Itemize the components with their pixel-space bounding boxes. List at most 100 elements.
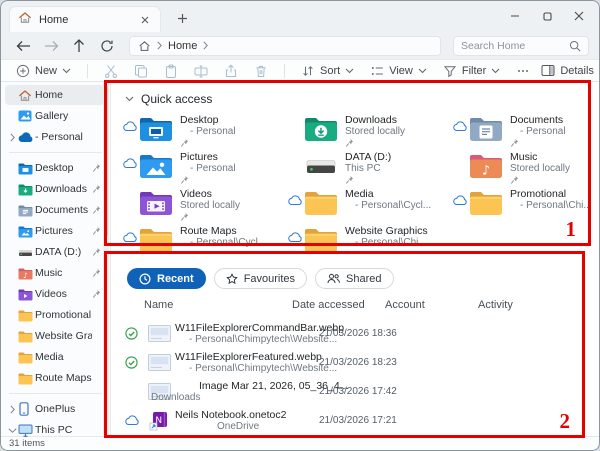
- tab-favourites[interactable]: Favourites: [213, 268, 308, 289]
- paste-button[interactable]: [159, 62, 183, 80]
- file-explorer-window: Home Home Search Home New Sort View Filter: [0, 0, 600, 451]
- sidebar-item-oneplus[interactable]: OnePlus: [5, 399, 104, 419]
- address-bar[interactable]: Home: [129, 35, 441, 56]
- sort-button[interactable]: Sort: [296, 62, 359, 80]
- column-header-name[interactable]: Name: [123, 299, 292, 311]
- chevron-down-icon[interactable]: [8, 427, 17, 433]
- file-location: OneDrive: [217, 420, 260, 432]
- tab-recent[interactable]: Recent: [127, 268, 206, 289]
- file-location: Downloads: [151, 391, 201, 403]
- view-button[interactable]: View: [365, 62, 432, 80]
- home-icon: [18, 11, 32, 29]
- gallery-icon: [18, 110, 35, 122]
- back-button[interactable]: [11, 36, 35, 56]
- sidebar-item-route-maps[interactable]: Route Maps: [5, 368, 104, 388]
- tab-close-icon[interactable]: [138, 13, 152, 27]
- plus-circle-button[interactable]: New: [11, 62, 76, 80]
- chevron-right-icon[interactable]: [10, 404, 15, 414]
- synced-icon: [125, 356, 138, 369]
- svg-text:♪: ♪: [23, 271, 28, 280]
- up-button[interactable]: [67, 36, 91, 56]
- new-tab-button[interactable]: [173, 9, 191, 27]
- sidebar-item-data-d[interactable]: DATA (D:): [5, 242, 104, 262]
- sidebar-item-personal[interactable]: - Personal: [5, 127, 104, 147]
- sidebar-item-this-pc[interactable]: This PC: [5, 420, 104, 440]
- sidebar-item-documents[interactable]: Documents: [5, 200, 104, 220]
- thispc-icon: [18, 424, 35, 437]
- close-button[interactable]: [563, 1, 595, 31]
- chevron-down-icon[interactable]: [125, 96, 134, 102]
- quick-access-item-status: - Personal: [190, 163, 236, 174]
- pin-icon: [92, 226, 101, 236]
- sidebar-scrollbar[interactable]: [103, 82, 109, 436]
- sidebar-item-label: Gallery: [35, 110, 69, 122]
- tab-shared[interactable]: Shared: [315, 268, 394, 289]
- file-row-robots-txt[interactable]: robots.txt Downloads 20/03/2026 16:08: [123, 435, 599, 436]
- forward-button[interactable]: [39, 36, 63, 56]
- quick-access-item-downloads[interactable]: Downloads Stored locally: [288, 111, 453, 148]
- sidebar-item-label: Desktop: [35, 162, 74, 174]
- copy-button[interactable]: [129, 62, 153, 80]
- button-label: Filter: [461, 64, 487, 77]
- file-row-w11fileexplorerfeatured-webp[interactable]: W11FileExplorerFeatured.webp - Personal\…: [123, 348, 599, 377]
- view-icon: [370, 64, 384, 78]
- documents-mini-icon: [18, 204, 35, 217]
- filter-button[interactable]: Filter: [438, 62, 505, 80]
- tab-label: Favourites: [243, 272, 296, 285]
- sidebar-item-website-graphics[interactable]: Website Graphics: [5, 326, 104, 346]
- column-header-account[interactable]: Account: [385, 299, 478, 311]
- quick-access-item-status: Stored locally: [345, 126, 406, 137]
- share-button[interactable]: [219, 62, 243, 80]
- quick-access-item-media[interactable]: Media - Personal\Cycl...: [288, 185, 453, 222]
- rename-button[interactable]: [189, 62, 213, 80]
- cut-button[interactable]: [99, 62, 123, 80]
- quick-access-item-promotional[interactable]: Promotional - Personal\Chi...: [453, 185, 599, 222]
- details-button[interactable]: Details: [535, 62, 599, 79]
- quick-access-item-desktop[interactable]: Desktop - Personal: [123, 111, 288, 148]
- quick-access-item-name: Documents: [510, 114, 564, 126]
- sidebar-item-music[interactable]: ♪ Music: [5, 263, 104, 283]
- more-button[interactable]: [511, 62, 535, 80]
- folder-mini-icon: [18, 351, 35, 364]
- tab-home[interactable]: Home: [9, 6, 161, 32]
- chevron-down-icon: [491, 68, 500, 74]
- sidebar-item-desktop[interactable]: Desktop: [5, 158, 104, 178]
- search-input[interactable]: Search Home: [453, 35, 589, 56]
- button-label: View: [389, 64, 413, 77]
- file-row-image-mar-21-2026-05-36-4[interactable]: Image Mar 21, 2026, 05_36_4... Downloads…: [123, 377, 599, 406]
- sidebar-item-label: - Personal: [35, 131, 83, 143]
- quick-access-item-videos[interactable]: Videos Stored locally: [123, 185, 288, 222]
- sidebar-item-home[interactable]: Home: [5, 85, 104, 105]
- refresh-button[interactable]: [95, 36, 119, 56]
- pictures-folder-icon: [139, 152, 173, 184]
- maximize-button[interactable]: [531, 1, 563, 31]
- sidebar-item-videos[interactable]: Videos: [5, 284, 104, 304]
- quick-access-item-documents[interactable]: Documents - Personal: [453, 111, 599, 148]
- copy-icon: [134, 64, 148, 78]
- details-label: Details: [560, 64, 594, 77]
- quick-access-item-name: DATA (D:): [345, 151, 392, 163]
- column-header-date-accessed[interactable]: Date accessed: [292, 299, 385, 311]
- delete-button[interactable]: [249, 62, 273, 80]
- column-header-activity[interactable]: Activity: [478, 299, 599, 311]
- sidebar-item-pictures[interactable]: Pictures: [5, 221, 104, 241]
- quick-access-item-music[interactable]: ♪ Music Stored locally: [453, 148, 599, 185]
- sidebar-item-label: Media: [35, 351, 64, 363]
- quick-access-item-route-maps[interactable]: Route Maps - Personal\Cycl...: [123, 222, 288, 259]
- sidebar-item-downloads[interactable]: Downloads: [5, 179, 104, 199]
- sidebar-item-promotional[interactable]: Promotional: [5, 305, 104, 325]
- sort-icon: [301, 64, 315, 78]
- quick-access-item-website-graphics[interactable]: Website Graphics - Personal\Chi...: [288, 222, 453, 259]
- chevron-right-icon[interactable]: [10, 132, 15, 142]
- cloud-icon: [288, 232, 303, 243]
- file-row-w11fileexplorercommandbar-webp[interactable]: W11FileExplorerCommandBar.webp - Persona…: [123, 319, 599, 348]
- documents-folder-icon: [469, 115, 503, 147]
- quick-access-item-data-d[interactable]: DATA (D:) This PC: [288, 148, 453, 185]
- minimize-button[interactable]: [499, 1, 531, 31]
- sidebar-item-media[interactable]: Media: [5, 347, 104, 367]
- breadcrumb-item-home[interactable]: Home: [168, 40, 197, 52]
- file-row-neils-notebook-onetoc2[interactable]: N Neils Notebook.onetoc2 OneDrive 21/03/…: [123, 406, 599, 435]
- sidebar-item-gallery[interactable]: Gallery: [5, 106, 104, 126]
- quick-access-item-pictures[interactable]: Pictures - Personal: [123, 148, 288, 185]
- quick-access-item-name: Pictures: [180, 151, 218, 163]
